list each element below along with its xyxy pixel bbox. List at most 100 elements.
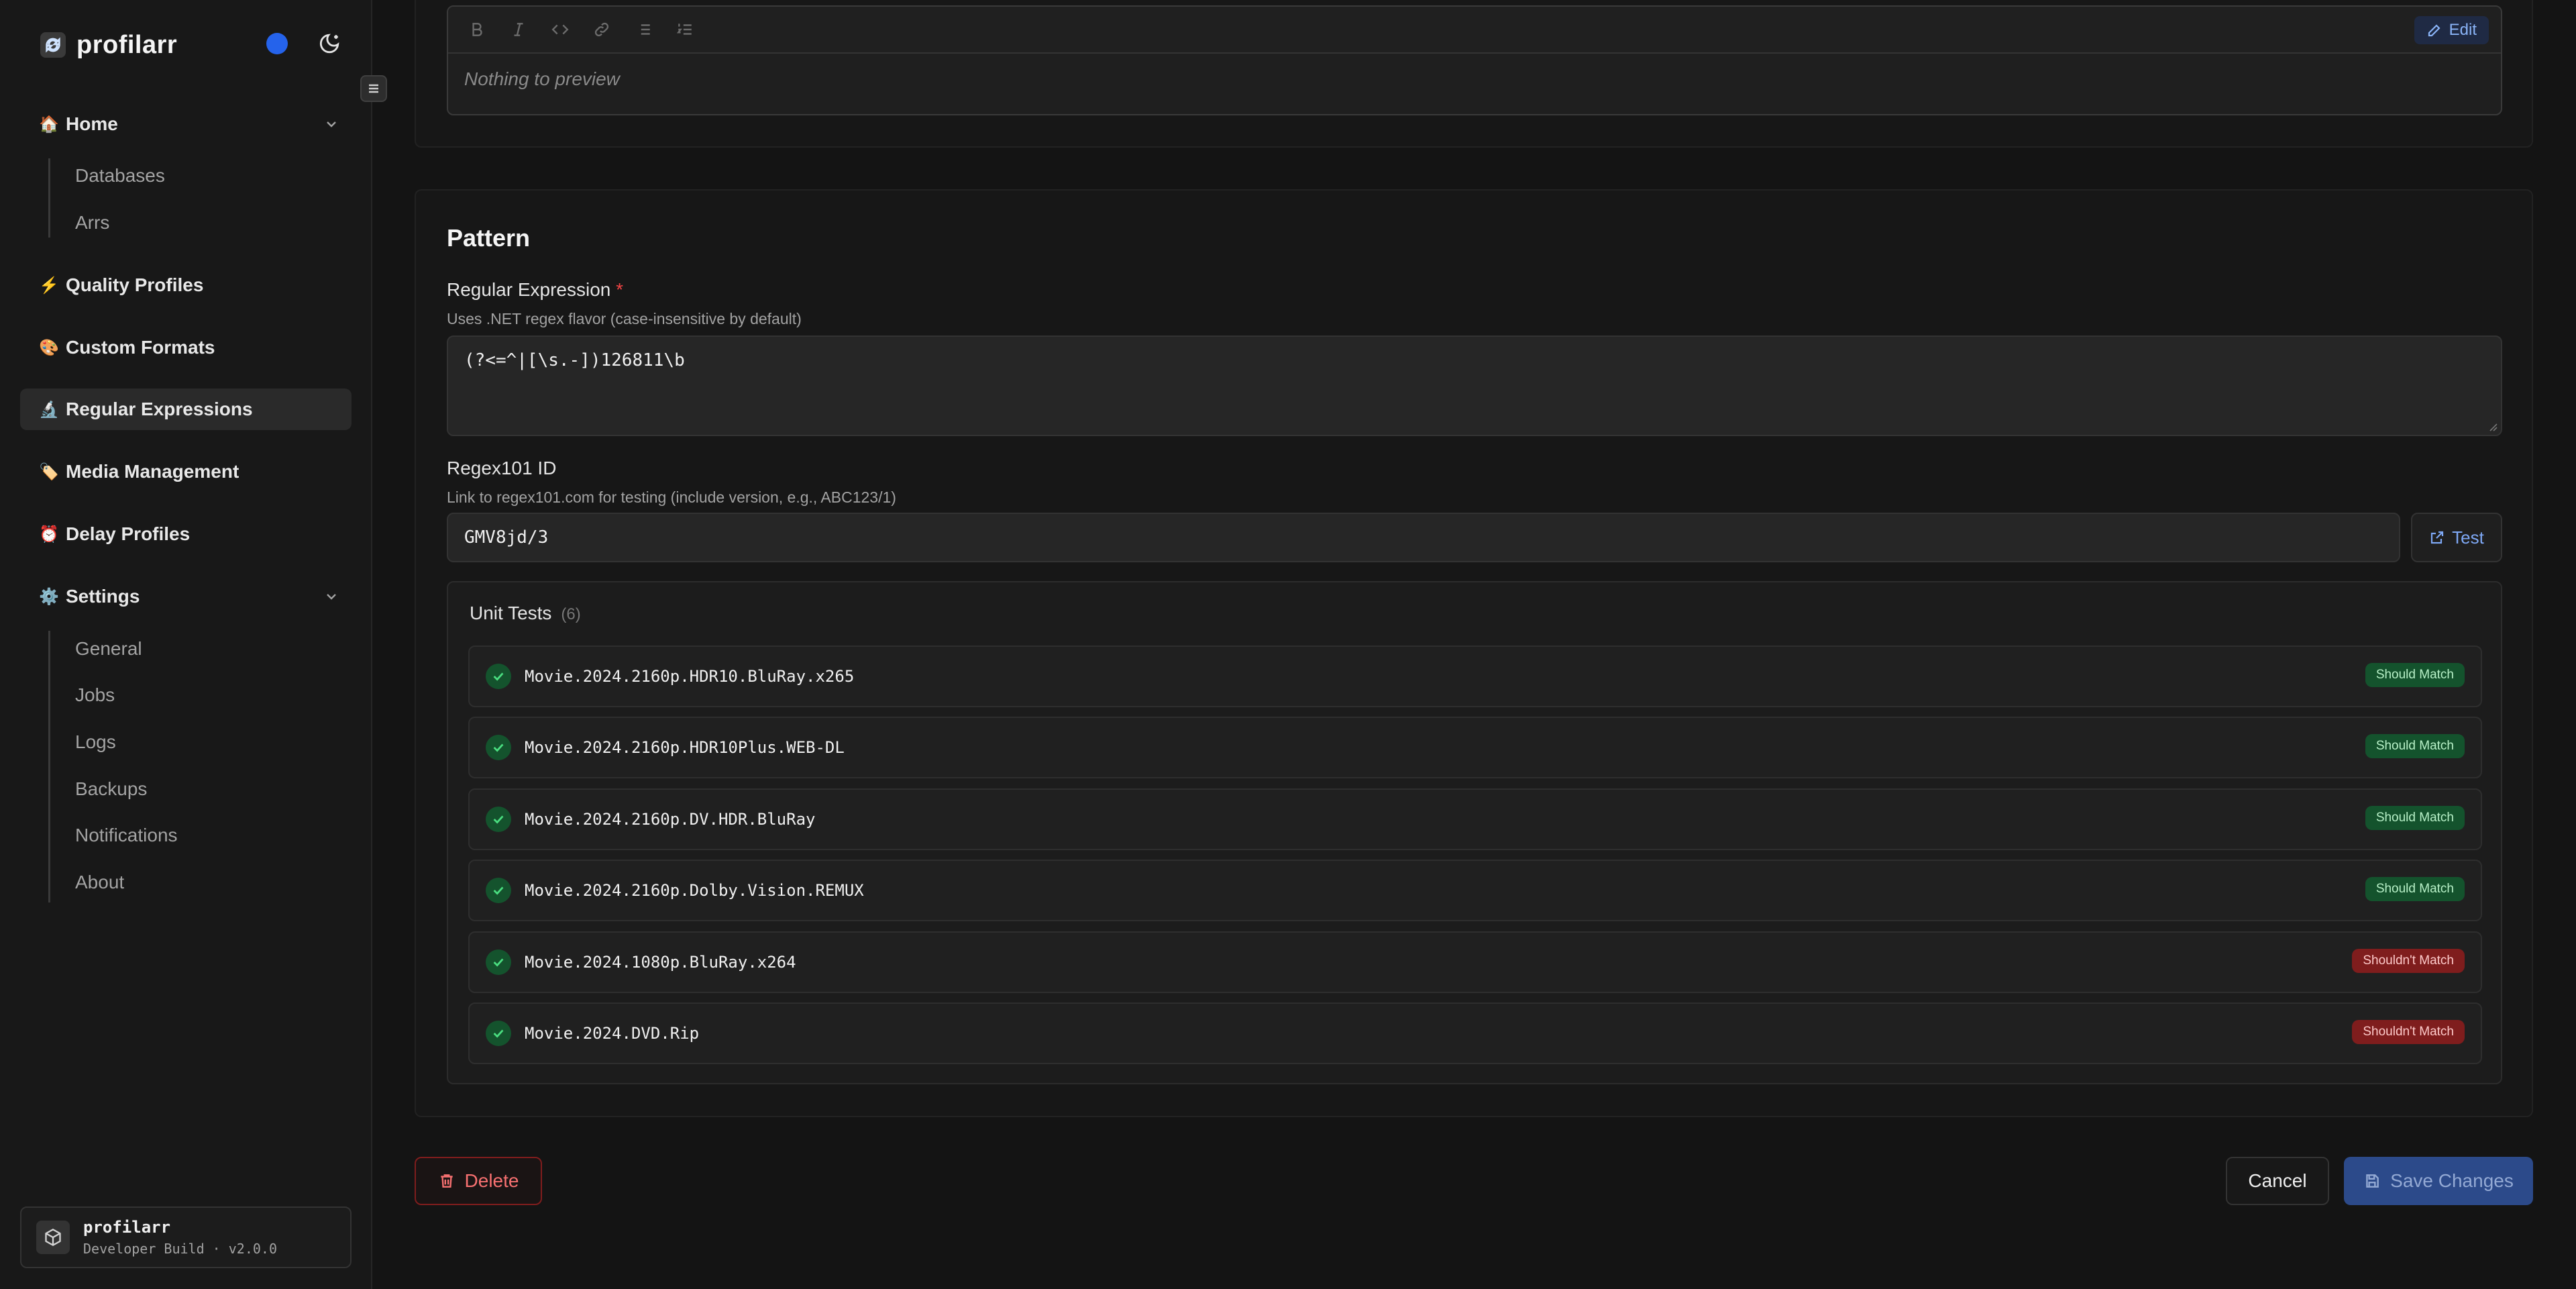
bold-icon[interactable]: [467, 19, 487, 40]
check-icon: [486, 878, 511, 903]
status-indicator[interactable]: [266, 33, 288, 54]
italic-icon[interactable]: [508, 19, 529, 40]
nav-regular-expressions-label: Regular Expressions: [66, 399, 253, 419]
trash-icon: [440, 1174, 453, 1188]
nav-general[interactable]: General: [75, 635, 142, 662]
nav-logs[interactable]: Logs: [75, 729, 116, 756]
test-input-text: Movie.2024.1080p.BluRay.x264: [525, 953, 796, 972]
app-logo[interactable]: profilarr: [40, 30, 177, 60]
regex-value: (?<=^|[\s.-])126811\b: [464, 350, 685, 370]
regex101-help: Link to regex101.com for testing (includ…: [447, 488, 896, 506]
test-row[interactable]: Movie.2024.2160p.HDR10.BluRay.x265 Should…: [468, 646, 2482, 707]
regex101-id-input[interactable]: GMV8jd/3: [447, 513, 2400, 562]
delete-button[interactable]: Delete: [415, 1157, 542, 1205]
theme-toggle-button[interactable]: [317, 31, 342, 56]
build-info-card[interactable]: profilarr Developer Build · v2.0.0: [20, 1206, 352, 1268]
bullet-list-icon[interactable]: [633, 19, 653, 40]
menu-icon: [369, 84, 378, 93]
nav-home[interactable]: 🏠 Home: [20, 103, 352, 145]
resize-handle-icon[interactable]: [2486, 420, 2498, 432]
regex-label: Regular Expression *: [447, 279, 623, 301]
nav-media-management[interactable]: 🏷️ Media Management: [20, 451, 352, 493]
save-icon: [2366, 1174, 2379, 1188]
unit-tests-count: (6): [561, 605, 581, 623]
moon-icon: [319, 34, 339, 54]
test-row[interactable]: Movie.2024.2160p.Dolby.Vision.REMUX Shoul…: [468, 860, 2482, 921]
tag-icon: 🏷️: [39, 462, 59, 481]
link-icon[interactable]: [592, 19, 612, 40]
code-icon[interactable]: [550, 19, 570, 40]
edit-button-label: Edit: [2449, 21, 2477, 39]
test-button-label: Test: [2452, 527, 2484, 548]
test-button[interactable]: Test: [2411, 513, 2502, 562]
required-marker: *: [616, 279, 624, 300]
test-row[interactable]: Movie.2024.DVD.Rip Shouldn't Match: [468, 1002, 2482, 1064]
expectation-badge: Should Match: [2365, 806, 2465, 830]
test-input-text: Movie.2024.2160p.Dolby.Vision.REMUX: [525, 881, 864, 900]
nav-delay-profiles[interactable]: ⏰ Delay Profiles: [20, 513, 352, 555]
check-icon: [486, 1021, 511, 1046]
cancel-button-label: Cancel: [2248, 1170, 2307, 1191]
settings-subnav-line: [48, 631, 50, 903]
expectation-badge: Shouldn't Match: [2352, 949, 2465, 973]
nav-databases[interactable]: Databases: [75, 162, 165, 189]
chevron-down-icon[interactable]: [323, 588, 339, 605]
nav-jobs[interactable]: Jobs: [75, 682, 115, 709]
expectation-badge: Shouldn't Match: [2352, 1020, 2465, 1044]
nav-settings[interactable]: ⚙️ Settings: [20, 576, 352, 617]
external-link-icon: [2431, 531, 2444, 544]
test-row[interactable]: Movie.2024.2160p.DV.HDR.BluRay Should Mat…: [468, 788, 2482, 850]
nav-quality-profiles[interactable]: ⚡ Quality Profiles: [20, 264, 352, 306]
chevron-down-icon[interactable]: [323, 116, 339, 132]
cancel-button[interactable]: Cancel: [2226, 1157, 2329, 1205]
check-icon: [486, 949, 511, 975]
unit-tests-title: Unit Tests (6): [470, 603, 581, 624]
home-subnav-line: [48, 158, 50, 238]
regex101-id-value: GMV8jd/3: [464, 527, 549, 548]
expectation-badge: Should Match: [2365, 734, 2465, 758]
expectation-badge: Should Match: [2365, 877, 2465, 901]
build-name: profilarr: [83, 1218, 171, 1237]
nav-notifications[interactable]: Notifications: [75, 822, 178, 849]
nav-backups[interactable]: Backups: [75, 776, 147, 803]
check-icon: [486, 664, 511, 689]
unit-tests-title-text: Unit Tests: [470, 603, 552, 623]
expectation-badge: Should Match: [2365, 663, 2465, 687]
test-row[interactable]: Movie.2024.2160p.HDR10Plus.WEB-DL Should …: [468, 717, 2482, 778]
nav-home-label: Home: [66, 113, 118, 134]
regex-help: Uses .NET regex flavor (case-insensitive…: [447, 310, 802, 327]
pencil-icon: [2428, 24, 2440, 37]
home-icon: 🏠: [39, 115, 59, 134]
nav-quality-profiles-label: Quality Profiles: [66, 274, 204, 295]
save-changes-label: Save Changes: [2390, 1170, 2514, 1191]
test-row[interactable]: Movie.2024.1080p.BluRay.x264 Shouldn't Ma…: [468, 931, 2482, 993]
regex-textarea[interactable]: (?<=^|[\s.-])126811\b: [447, 336, 2502, 436]
editor-toolbar: [448, 7, 2501, 54]
alarm-clock-icon: ⏰: [39, 525, 59, 544]
test-input-text: Movie.2024.2160p.HDR10.BluRay.x265: [525, 667, 855, 686]
nav-custom-formats[interactable]: 🎨 Custom Formats: [20, 327, 352, 368]
nav-about[interactable]: About: [75, 869, 124, 896]
save-changes-button[interactable]: Save Changes: [2344, 1157, 2533, 1205]
description-editor[interactable]: Edit Nothing to preview: [447, 5, 2502, 115]
check-icon: [486, 807, 511, 832]
edit-button[interactable]: Edit: [2414, 16, 2489, 44]
gear-icon: ⚙️: [39, 587, 59, 606]
nav-custom-formats-label: Custom Formats: [66, 337, 215, 358]
check-icon: [486, 735, 511, 760]
numbered-list-icon[interactable]: [675, 19, 695, 40]
nav-arrs[interactable]: Arrs: [75, 209, 109, 236]
nav-settings-label: Settings: [66, 586, 140, 607]
preview-placeholder: Nothing to preview: [464, 68, 620, 89]
sidebar: profilarr 🏠 Home Databases Arrs ⚡ Qualit…: [0, 0, 372, 1289]
test-input-text: Movie.2024.DVD.Rip: [525, 1024, 700, 1043]
test-input-text: Movie.2024.2160p.DV.HDR.BluRay: [525, 810, 816, 829]
regex-label-text: Regular Expression: [447, 279, 611, 300]
logo-icon: [40, 32, 66, 58]
microscope-icon: 🔬: [39, 400, 59, 419]
nav-regular-expressions[interactable]: 🔬 Regular Expressions: [20, 389, 352, 430]
package-icon: [36, 1221, 70, 1254]
delete-button-label: Delete: [464, 1170, 519, 1191]
sidebar-collapse-button[interactable]: [360, 75, 387, 102]
palette-icon: 🎨: [39, 338, 59, 357]
